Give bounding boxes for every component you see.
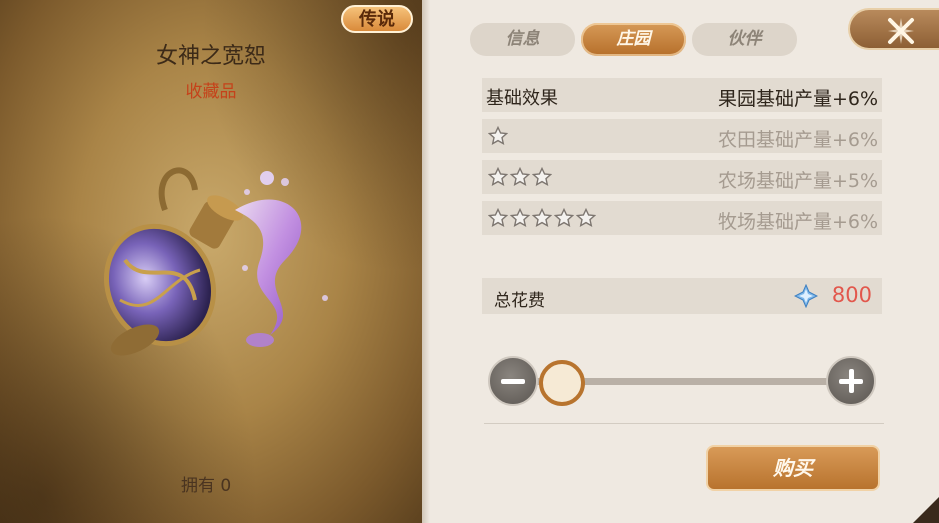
divider [484, 423, 884, 424]
tab-manor[interactable]: 庄园 [581, 23, 686, 56]
star-icon [532, 167, 552, 187]
item-name: 女神之宽恕 [155, 44, 266, 69]
decrease-quantity-button[interactable] [488, 356, 538, 406]
total-cost-row: 总花费 800 [482, 278, 882, 314]
goddess-vase-icon [103, 167, 328, 356]
effect-row-5star: 牧场基础产量+6% [482, 201, 882, 235]
buy-button[interactable]: 购买 [706, 445, 880, 491]
crystal-icon [794, 284, 818, 308]
star-icon [510, 167, 530, 187]
effects-header-value: 果园基础产量+6% [717, 88, 878, 110]
panel-corner [913, 497, 939, 523]
effect-value: 牧场基础产量+6% [717, 211, 878, 233]
tab-info[interactable]: 信息 [470, 23, 575, 56]
star-icon [488, 167, 508, 187]
effects-header-label: 基础效果 [486, 88, 558, 109]
star-icon [576, 208, 596, 228]
effect-row-3star: 农场基础产量+5% [482, 160, 882, 194]
effects-list: 基础效果 果园基础产量+6% 农田基础产量+6% 农场基础产量+5% 牧场基础产… [482, 78, 882, 242]
quantity-slider-thumb[interactable] [539, 360, 585, 406]
detail-panel: 信息 庄园 伙伴 基础效果 果园基础产量+6% 农田基础产量+6% 农场基础产量… [422, 0, 939, 523]
star-rating [488, 167, 552, 187]
effect-value: 农场基础产量+5% [717, 170, 878, 192]
star-rating [488, 126, 508, 146]
close-icon [888, 18, 914, 44]
star-icon [532, 208, 552, 228]
total-cost-label: 总花费 [494, 291, 545, 311]
effect-row-1star: 农田基础产量+6% [482, 119, 882, 153]
tab-partner[interactable]: 伙伴 [692, 23, 797, 56]
rarity-badge: 传说 [341, 5, 413, 33]
star-icon [554, 208, 574, 228]
owned-count: 拥有 0 [181, 476, 232, 496]
panel-edge-shadow [422, 0, 430, 523]
increase-quantity-button[interactable] [826, 356, 876, 406]
item-preview-panel: 传说 女神之宽恕 收藏品 拥有 0 [0, 0, 422, 523]
star-icon [488, 126, 508, 146]
star-rating [488, 208, 596, 228]
star-icon [510, 208, 530, 228]
effects-header: 基础效果 果园基础产量+6% [482, 78, 882, 112]
effect-value: 农田基础产量+6% [717, 129, 878, 151]
star-icon [488, 208, 508, 228]
total-cost-value: 800 [831, 283, 872, 307]
close-button[interactable] [848, 8, 939, 50]
item-type: 收藏品 [185, 82, 237, 102]
